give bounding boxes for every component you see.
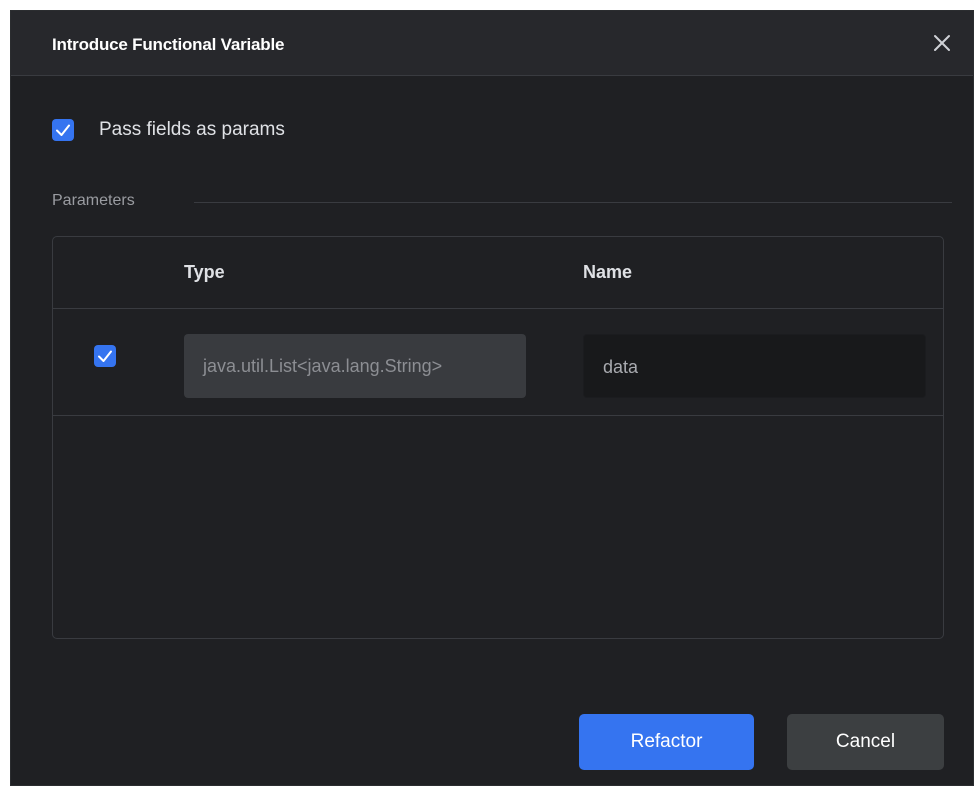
parameter-row-checkbox[interactable] [94,345,116,367]
parameter-name-field[interactable]: data [583,334,926,398]
pass-fields-checkbox[interactable] [52,119,74,141]
introduce-functional-variable-dialog: Introduce Functional Variable Pass field… [10,10,974,786]
pass-fields-label[interactable]: Pass fields as params [99,119,285,141]
parameters-section-label: Parameters [52,192,135,209]
parameter-type-field: java.util.List<java.lang.String> [184,334,526,398]
section-divider [194,202,952,203]
column-header-type[interactable]: Type [184,262,225,283]
checkmark-icon [98,350,112,362]
dialog-title: Introduce Functional Variable [52,35,285,54]
refactor-button[interactable]: Refactor [579,714,754,770]
table-row: java.util.List<java.lang.String> data [53,309,943,416]
table-header: Type Name [53,237,943,309]
close-icon[interactable] [929,30,955,56]
column-header-name[interactable]: Name [583,262,632,283]
checkmark-icon [56,124,70,136]
dialog-titlebar: Introduce Functional Variable [11,11,973,76]
parameters-table: Type Name java.util.List<java.lang.Strin… [52,236,944,639]
cancel-button[interactable]: Cancel [787,714,944,770]
